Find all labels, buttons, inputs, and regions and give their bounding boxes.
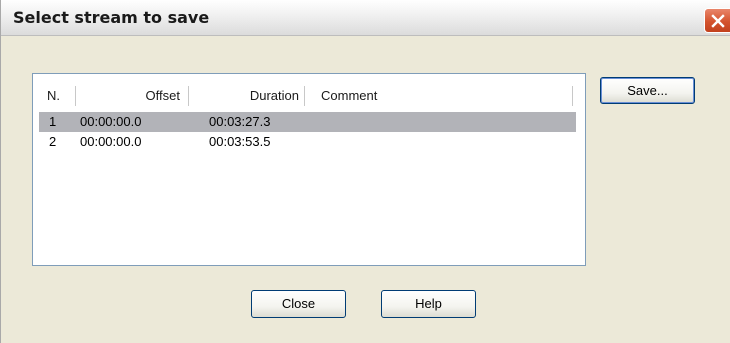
close-window-button[interactable] bbox=[704, 8, 730, 33]
column-separator[interactable] bbox=[572, 86, 574, 106]
row-number: 2 bbox=[49, 134, 57, 149]
save-button[interactable]: Save... bbox=[600, 77, 695, 104]
title-bar[interactable]: Select stream to save bbox=[1, 0, 730, 36]
column-separator[interactable] bbox=[188, 86, 190, 106]
list-row[interactable]: 2 00:00:00.0 00:03:53.5 bbox=[39, 132, 576, 152]
row-offset: 00:00:00.0 bbox=[80, 114, 142, 129]
column-separator[interactable] bbox=[75, 86, 77, 106]
row-duration: 00:03:27.3 bbox=[209, 114, 271, 129]
column-header-comment[interactable]: Comment bbox=[321, 87, 377, 105]
dialog-window: Select stream to save N. Offset Duration… bbox=[0, 0, 730, 343]
column-header-duration[interactable]: Duration bbox=[193, 87, 299, 105]
column-header-n[interactable]: N. bbox=[47, 87, 60, 105]
list-header: N. Offset Duration Comment bbox=[33, 74, 585, 112]
row-duration: 00:03:53.5 bbox=[209, 134, 271, 149]
column-separator[interactable] bbox=[304, 86, 306, 106]
list-row[interactable]: 1 00:00:00.0 00:03:27.3 bbox=[39, 112, 576, 132]
help-button[interactable]: Help bbox=[381, 290, 476, 318]
row-offset: 00:00:00.0 bbox=[80, 134, 142, 149]
dialog-title: Select stream to save bbox=[13, 8, 210, 27]
row-number: 1 bbox=[49, 114, 57, 129]
close-icon bbox=[711, 14, 725, 28]
close-button[interactable]: Close bbox=[251, 290, 346, 318]
column-header-offset[interactable]: Offset bbox=[81, 87, 180, 105]
stream-list[interactable]: N. Offset Duration Comment 1 00:00:00.0 … bbox=[32, 73, 586, 266]
